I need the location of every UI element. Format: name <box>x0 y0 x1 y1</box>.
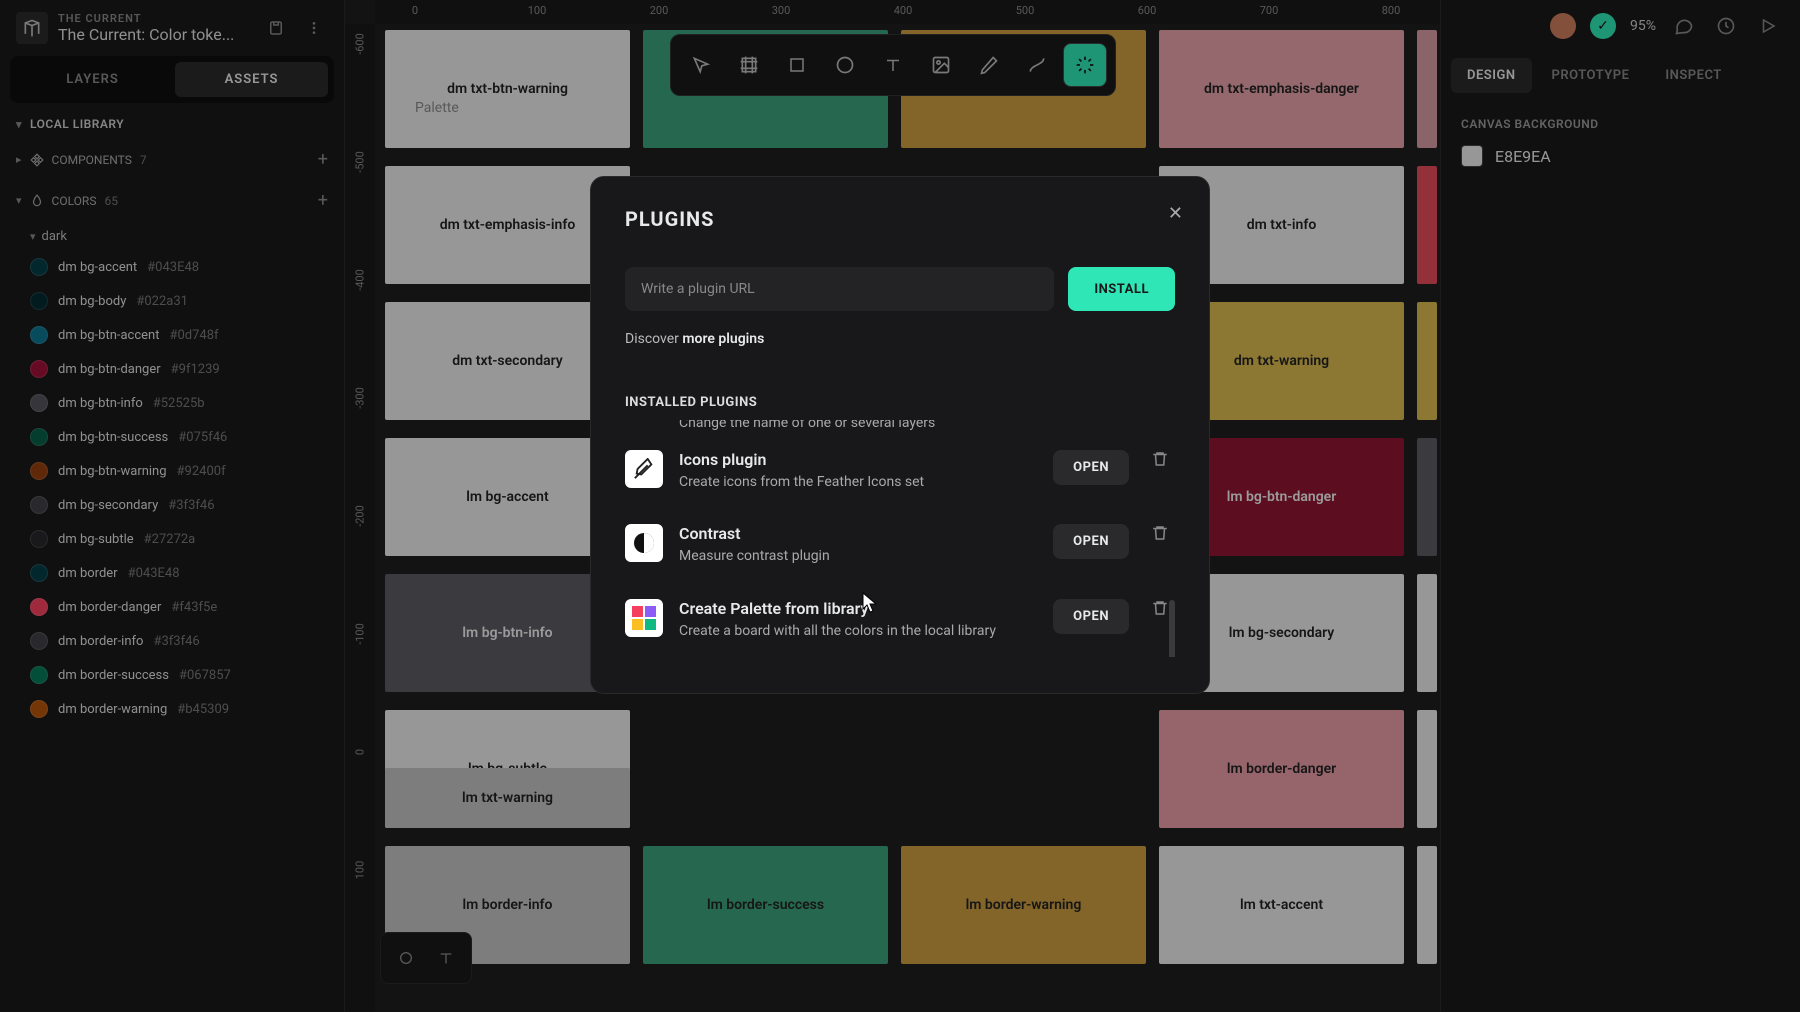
open-plugin-button[interactable]: OPEN <box>1053 599 1129 634</box>
plugin-list[interactable]: Change the name of one or several layers… <box>625 420 1175 657</box>
plugin-desc: Create a board with all the colors in th… <box>679 622 1037 642</box>
plugin-item: Create Palette from library Create a boar… <box>625 583 1169 658</box>
plugin-item: Icons plugin Create icons from the Feathe… <box>625 434 1169 509</box>
plugin-desc: Measure contrast plugin <box>679 547 1037 567</box>
modal-title: PLUGINS <box>625 207 1175 231</box>
plugin-name: Icons plugin <box>679 450 1037 469</box>
plugins-modal: PLUGINS ✕ INSTALL Discover more plugins … <box>590 176 1210 694</box>
plugin-icon <box>625 599 663 637</box>
trash-icon[interactable] <box>1151 599 1169 617</box>
open-plugin-button[interactable]: OPEN <box>1053 450 1129 485</box>
more-plugins-link[interactable]: more plugins <box>682 331 764 347</box>
plugin-item: Contrast Measure contrast plugin OPEN <box>625 508 1169 583</box>
install-button[interactable]: INSTALL <box>1068 267 1175 311</box>
trash-icon[interactable] <box>1151 450 1169 468</box>
installed-plugins-title: INSTALLED PLUGINS <box>625 395 1175 410</box>
plugin-icon <box>625 524 663 562</box>
open-plugin-button[interactable]: OPEN <box>1053 524 1129 559</box>
trash-icon[interactable] <box>1151 524 1169 542</box>
close-icon[interactable]: ✕ <box>1168 203 1183 224</box>
plugin-desc-truncated: Change the name of one or several layers <box>625 420 1169 434</box>
plugin-name: Contrast <box>679 524 1037 543</box>
plugin-desc: Create icons from the Feather Icons set <box>679 473 1037 493</box>
scrollbar-thumb[interactable] <box>1169 600 1175 657</box>
plugin-url-input[interactable] <box>625 267 1054 311</box>
discover-text: Discover more plugins <box>625 331 1175 347</box>
plugin-name: Create Palette from library <box>679 599 1037 618</box>
plugin-icon <box>625 450 663 488</box>
